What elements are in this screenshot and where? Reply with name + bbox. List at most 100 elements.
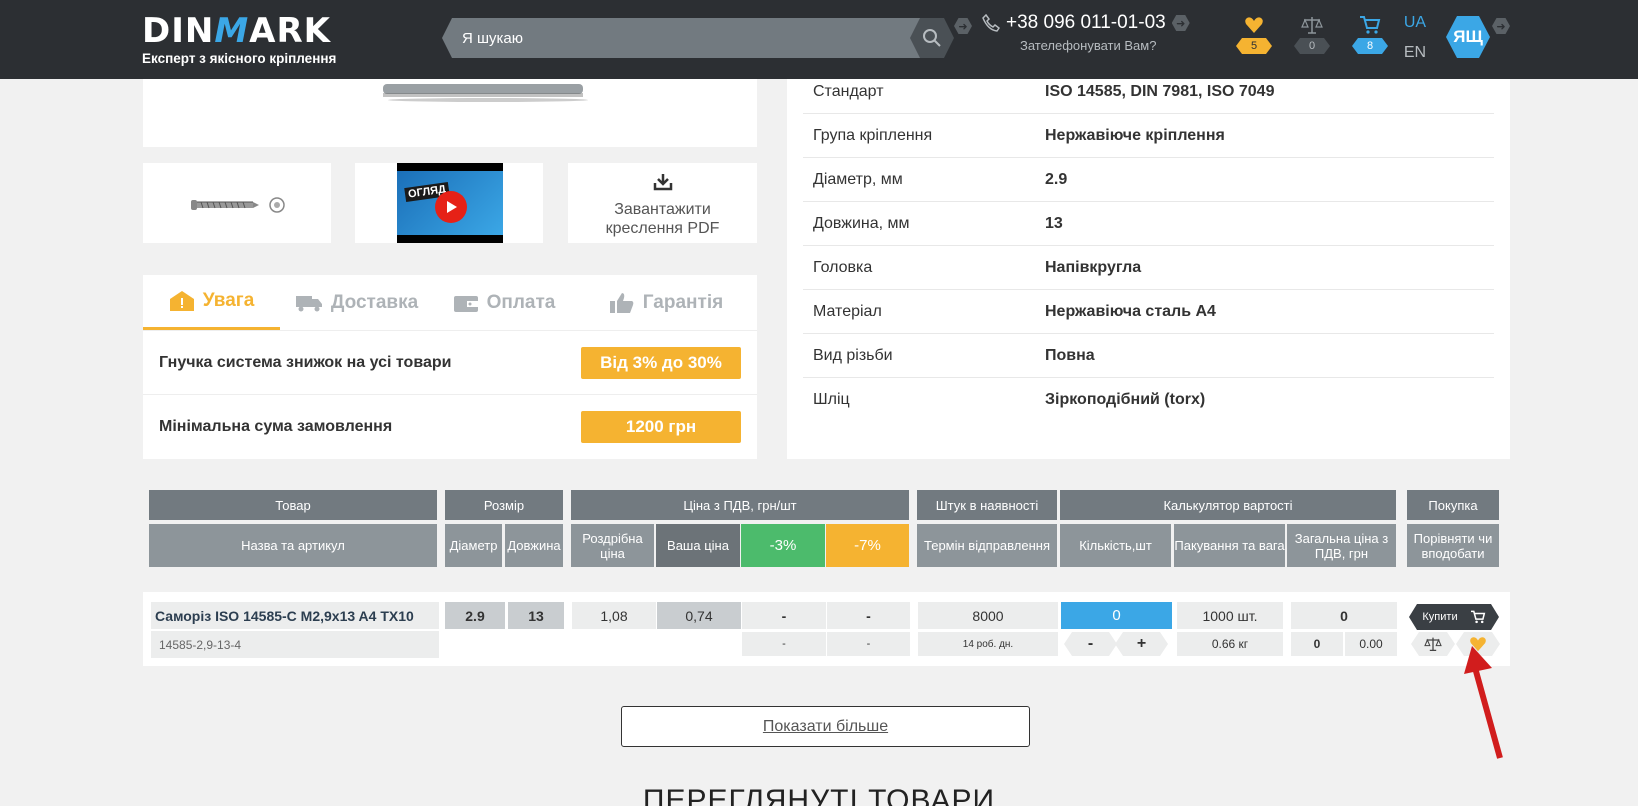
truck-icon: [295, 295, 322, 311]
min-order-badge: 1200 грн: [581, 410, 741, 443]
search-icon: [922, 28, 942, 48]
table-row: Саморіз ISO 14585-C M2,9x13 A4 TX10 1458…: [143, 592, 1510, 666]
user-avatar[interactable]: ЯЩ: [1446, 16, 1490, 58]
cell-weight: 0.66 кг: [1177, 632, 1283, 656]
download-pdf[interactable]: Завантажити креслення PDF: [568, 163, 757, 243]
cart-icon: [1470, 610, 1486, 624]
quantity-plus-button[interactable]: +: [1115, 632, 1168, 656]
tab-warranty[interactable]: Гарантія: [575, 275, 757, 330]
spec-row: Матеріал Нержавіюча сталь А4: [803, 290, 1494, 334]
spec-row: Шліц Зіркоподібний (torx): [813, 391, 1206, 408]
spec-row: Діаметр, мм 2.9: [803, 158, 1494, 202]
cart-button[interactable]: 8: [1352, 14, 1388, 54]
thumbnail-video[interactable]: ОГЛЯД: [355, 163, 543, 243]
spec-row: Довжина, мм 13: [803, 202, 1494, 246]
heart-icon: [1245, 17, 1263, 33]
tab-payment[interactable]: Оплата: [433, 275, 575, 330]
show-more-button[interactable]: Показати більше: [621, 706, 1030, 747]
th-packaging: Пакування та вага: [1174, 524, 1285, 567]
search-bar: ➜: [442, 18, 972, 58]
th-total: Загальна ціна з ПДВ, грн: [1287, 524, 1396, 567]
logout-icon[interactable]: ➜: [1492, 18, 1510, 34]
phone-icon: [982, 14, 1000, 32]
product-main-image[interactable]: [143, 70, 757, 147]
phone-go-icon[interactable]: ➜: [1171, 15, 1190, 31]
search-go-icon[interactable]: ➜: [954, 18, 972, 34]
scales-icon: [1301, 17, 1323, 34]
cell-discount-3-sub: -: [742, 632, 826, 656]
th-length: Довжина: [505, 524, 563, 567]
download-icon: [653, 174, 672, 191]
cell-total-qty: 0: [1291, 632, 1343, 656]
specifications-table: Стандарт ISO 14585, DIN 7981, ISO 7049 Гр…: [787, 70, 1510, 459]
info-card: Увага Доставка Оплата Гарантія Гнучка си…: [143, 275, 757, 459]
compare-badge: 0: [1294, 38, 1330, 54]
th-price: Ціна з ПДВ, грн/шт: [571, 490, 909, 520]
warning-house-icon: [169, 291, 194, 311]
annotation-arrow-icon: [1464, 646, 1503, 759]
quantity-minus-button[interactable]: -: [1064, 632, 1117, 656]
lang-en[interactable]: EN: [1400, 44, 1430, 62]
cell-total-sum: 0.00: [1345, 632, 1397, 656]
cell-total: 0: [1291, 602, 1397, 629]
screw-image: [383, 84, 588, 102]
thumbnail-screw[interactable]: [143, 163, 331, 243]
quantity-input[interactable]: 0: [1061, 602, 1172, 629]
th-purchase: Покупка: [1407, 490, 1499, 520]
scales-icon: [1424, 636, 1442, 652]
favorites-badge: 5: [1236, 38, 1272, 54]
phone-block: +38 096 011-01-03 ➜ Зателефонувати Вам?: [982, 12, 1202, 53]
cell-discount-7: -: [827, 602, 910, 629]
wallet-icon: [453, 295, 478, 312]
favorites-button[interactable]: 5: [1236, 14, 1272, 54]
info-row-discounts: Гнучка система знижок на усі товари Від …: [143, 330, 757, 394]
buy-button-label: Купити: [1422, 611, 1458, 623]
cell-packaging: 1000 шт.: [1177, 602, 1283, 629]
search-input[interactable]: [462, 18, 902, 58]
callback-link[interactable]: Зателефонувати Вам?: [982, 38, 1202, 53]
th-retail-price: Роздрібна ціна: [571, 524, 654, 567]
product-sku: 14585-2,9-13-4: [151, 631, 439, 658]
lang-ua[interactable]: UA: [1400, 14, 1430, 32]
discount-badge: Від 3% до 30%: [581, 346, 741, 379]
th-name-sku: Назва та артикул: [149, 524, 437, 567]
th-discount-3: -3%: [741, 524, 825, 567]
th-compare-favorite: Порівняти чи вподобати: [1407, 524, 1499, 567]
cart-badge: 8: [1352, 38, 1388, 54]
pdf-label-line2: креслення PDF: [605, 220, 720, 237]
product-name-link[interactable]: Саморіз ISO 14585-C M2,9x13 A4 TX10: [151, 602, 439, 629]
tab-delivery[interactable]: Доставка: [280, 275, 433, 330]
th-product: Товар: [149, 490, 437, 520]
cell-discount-7-sub: -: [827, 632, 910, 656]
play-icon[interactable]: [435, 191, 467, 223]
info-row-min-order: Мінімальна сума замовлення 1200 грн: [143, 394, 757, 458]
th-quantity: Кількість,шт: [1060, 524, 1171, 567]
th-calculator: Калькулятор вартості: [1060, 490, 1396, 520]
compare-product-button[interactable]: [1411, 632, 1455, 656]
info-tabs: Увага Доставка Оплата Гарантія: [143, 275, 757, 330]
screw-thumbnail-icon: [191, 197, 285, 213]
cell-stock: 8000: [918, 602, 1058, 629]
spec-row: Вид різьби Повна: [803, 334, 1494, 378]
logo-tagline: Експерт з якісного кріплення: [142, 51, 337, 66]
video-preview[interactable]: ОГЛЯД: [397, 163, 503, 243]
buy-button[interactable]: Купити: [1409, 604, 1499, 630]
spec-row: Група кріплення Нержавіюче кріплення: [803, 114, 1494, 158]
cart-icon: [1360, 16, 1381, 34]
logo[interactable]: DINMARK Експерт з якісного кріплення: [142, 14, 352, 66]
th-diameter: Діаметр: [445, 524, 502, 567]
cell-discount-3: -: [742, 602, 826, 629]
th-your-price: Ваша ціна: [656, 524, 740, 567]
site-header: DINMARK Експерт з якісного кріплення ➜ +…: [0, 0, 1638, 79]
tab-attention[interactable]: Увага: [143, 275, 280, 330]
th-size: Розмір: [445, 490, 563, 520]
th-shipping-time: Термін відправлення: [917, 524, 1057, 567]
cell-your-price: 0,74: [657, 602, 741, 629]
thumbs-up-icon: [609, 292, 634, 313]
viewed-products-title: ПЕРЕГЛЯНУТІ ТОВАРИ: [642, 784, 996, 806]
cell-length: 13: [508, 602, 564, 629]
compare-button[interactable]: 0: [1294, 14, 1330, 54]
language-switcher: UA EN: [1400, 14, 1430, 62]
phone-number[interactable]: +38 096 011-01-03: [1006, 12, 1166, 34]
th-discount-7: -7%: [826, 524, 909, 567]
